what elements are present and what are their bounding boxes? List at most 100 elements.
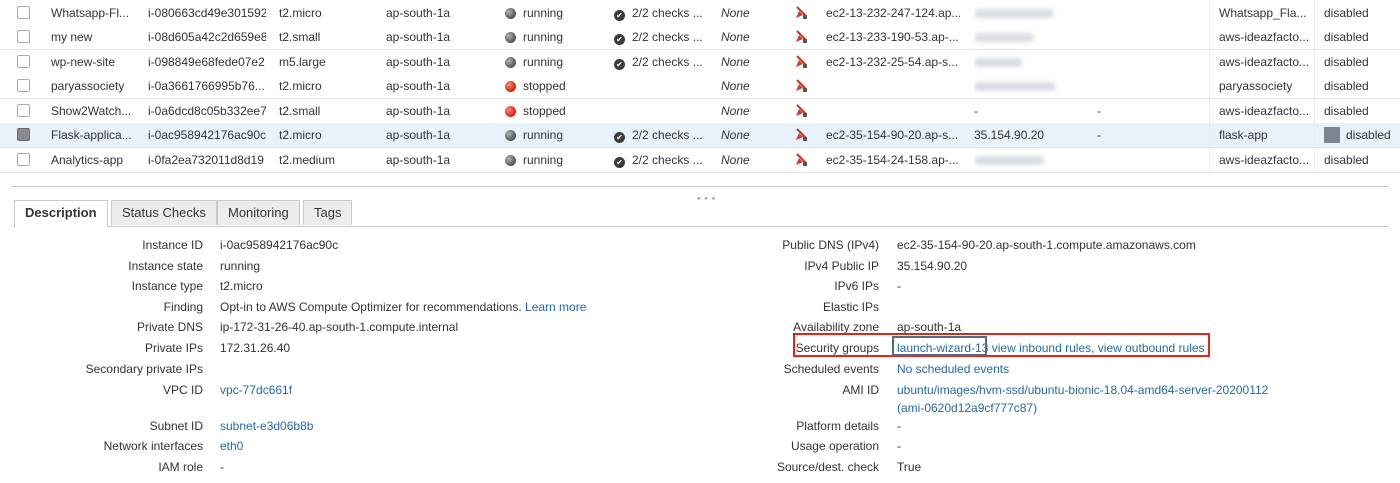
column-divider [1314, 0, 1315, 174]
tab-monitoring[interactable]: Monitoring [217, 200, 300, 225]
create-alarm-icon[interactable] [795, 28, 809, 43]
create-alarm-icon[interactable] [795, 102, 809, 117]
row-checkbox[interactable] [17, 55, 30, 68]
detail-link[interactable]: vpc-77dc661f [220, 383, 292, 397]
detail-link[interactable]: ubuntu/images/hvm-ssd/ubuntu-bionic-18.0… [897, 383, 1268, 397]
row-checkbox[interactable] [17, 79, 30, 92]
table-row[interactable]: paryassociety i-0a3661766995b76... t2.micr… [0, 74, 1400, 99]
alarm-create-cell[interactable] [795, 50, 813, 74]
detail-label: Secondary private IPs [85, 362, 203, 376]
row-checkbox[interactable] [17, 128, 30, 141]
detail-value-text: 35.154.90.20 [897, 259, 968, 273]
row-checkbox[interactable] [17, 30, 30, 43]
instance-name: my new [51, 30, 93, 44]
detail-link[interactable]: Learn more [525, 300, 586, 314]
detail-value: eth0 [220, 437, 243, 455]
status-checks: ✔ 2/2 checks ... [614, 1, 714, 25]
alarm-create-cell[interactable] [795, 1, 813, 25]
detail-value: i-0ac958942176ac90c [220, 236, 338, 254]
instance-name: wp-new-site [51, 55, 116, 69]
table-row[interactable]: Show2Watch... i-0a6dcd8c05b332ee7 t2.small… [0, 99, 1400, 124]
pane-splitter[interactable] [12, 186, 1388, 187]
ipv6: - [1097, 128, 1101, 142]
availability-zone: ap-south-1a [386, 128, 451, 142]
create-alarm-icon[interactable] [795, 77, 809, 92]
detail-value: - [897, 437, 901, 455]
detail-label: Instance type [131, 279, 203, 293]
create-alarm-icon[interactable] [795, 4, 809, 19]
row-checkbox[interactable] [17, 153, 30, 166]
check-circle-icon: ✔ [614, 157, 625, 168]
public-dns: ec2-13-232-25-54.ap-s... [826, 55, 959, 69]
detail-label: Scheduled events [783, 362, 879, 376]
instance-name: paryassociety [51, 79, 125, 93]
monitoring-label: disabled [1324, 104, 1369, 118]
alarm-create-cell[interactable] [795, 74, 813, 98]
public-dns: ec2-13-233-190-53.ap-... [826, 30, 959, 44]
row-checkbox[interactable] [17, 104, 30, 117]
detail-label: IAM role [158, 460, 203, 474]
instance-type: t2.micro [279, 79, 322, 93]
instance-type: t2.micro [279, 128, 322, 142]
alarm-create-cell[interactable] [795, 148, 813, 172]
detail-value: ec2-35-154-90-20.ap-south-1.compute.amaz… [897, 236, 1196, 254]
instance-state: running [505, 50, 605, 74]
detail-value: - [897, 277, 901, 295]
detail-value: No scheduled events [897, 360, 1009, 378]
create-alarm-icon[interactable] [795, 53, 809, 68]
detail-link[interactable]: subnet-e3d06b8b [220, 419, 313, 433]
alarm-status: None [721, 104, 750, 118]
create-alarm-icon[interactable] [795, 151, 809, 166]
detail-link[interactable]: No scheduled events [897, 362, 1009, 376]
tab-description[interactable]: Description [14, 200, 108, 227]
monitoring: disabled [1324, 148, 1394, 172]
alarm-create-cell[interactable] [795, 123, 813, 147]
table-row[interactable]: Whatsapp-Fl... i-080663cd49e301592 t2.micr… [0, 1, 1400, 26]
key-name: paryassociety [1219, 79, 1293, 93]
monitoring: disabled [1324, 74, 1394, 98]
instance-state: running [505, 25, 605, 49]
row-checkbox[interactable] [17, 6, 30, 19]
ami-id-link[interactable]: (ami-0620d12a9cf777c87) [897, 401, 1037, 415]
state-label: stopped [523, 79, 566, 93]
check-circle-icon: ✔ [614, 10, 625, 21]
public-ip-redacted [974, 1, 1084, 25]
table-row[interactable]: my new i-08d605a42c2d659e8 t2.small ap-sout… [0, 25, 1400, 50]
public-ip: - [974, 104, 978, 118]
detail-link[interactable]: eth0 [220, 439, 243, 453]
detail-value-text: t2.micro [220, 279, 263, 293]
state-label: running [523, 30, 564, 44]
status-checks-label: 2/2 checks ... [632, 6, 703, 20]
instance-type: m5.large [279, 55, 326, 69]
table-row[interactable]: Flask-applica... i-0ac958942176ac90c t2.mi… [0, 123, 1400, 148]
instance-id: i-098849e68fede07e2 [148, 55, 265, 69]
instance-name: Analytics-app [51, 153, 124, 167]
tab-status-checks[interactable]: Status Checks [111, 200, 217, 225]
detail-value-text: ap-south-1a [897, 320, 962, 334]
availability-zone: ap-south-1a [386, 55, 451, 69]
alarm-create-cell[interactable] [795, 25, 813, 49]
status-checks-label: 2/2 checks ... [632, 153, 703, 167]
table-row[interactable]: wp-new-site i-098849e68fede07e2 m5.large ap… [0, 50, 1400, 75]
detail-value-text: - [897, 279, 901, 293]
status-checks-label: 2/2 checks ... [632, 128, 703, 142]
tab-tags[interactable]: Tags [303, 200, 353, 225]
detail-value-text: 172.31.26.40 [220, 341, 291, 355]
instance-type: t2.small [279, 104, 321, 118]
instance-state: stopped [505, 99, 605, 123]
detail-label: Finding [163, 300, 203, 314]
availability-zone: ap-south-1a [386, 6, 451, 20]
create-alarm-icon[interactable] [795, 126, 809, 141]
check-circle-icon: ✔ [614, 59, 625, 70]
check-circle-icon: ✔ [614, 132, 625, 143]
availability-zone: ap-south-1a [386, 79, 451, 93]
detail-label: IPv6 IPs [834, 279, 879, 293]
state-label: running [523, 153, 564, 167]
key-name: aws-ideazfacto... [1219, 55, 1309, 69]
state-running-icon [505, 8, 516, 19]
monitoring-label: disabled [1324, 79, 1369, 93]
detail-value: True [897, 458, 921, 476]
alarm-create-cell[interactable] [795, 99, 813, 123]
availability-zone: ap-south-1a [386, 104, 451, 118]
table-row[interactable]: Analytics-app i-0fa2ea732011d8d19 t2.mediu… [0, 148, 1400, 173]
